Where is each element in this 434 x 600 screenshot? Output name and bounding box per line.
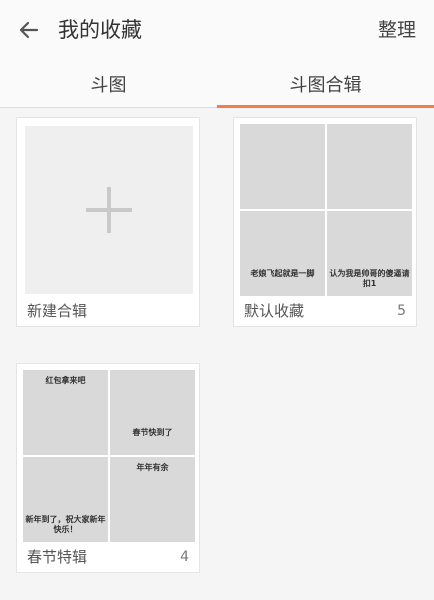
sticker-thumbnail[interactable]: 认为我是帅哥的傻逼请扣1 [327, 211, 412, 296]
sticker-thumbnail[interactable]: 春节快到了 [110, 370, 195, 455]
new-collection-button[interactable] [25, 126, 193, 294]
back-button[interactable] [14, 16, 44, 44]
thumbnail-grid: 老娘飞起就是一脚 认为我是帅哥的傻逼请扣1 [240, 124, 412, 296]
tab-meme-collections[interactable]: 斗图合辑 [217, 60, 434, 108]
collection-card-spring-festival[interactable]: 红包拿来吧 春节快到了 新年到了，祝大家新年快乐！ 年年有余 春节特辑 4 [16, 363, 200, 573]
photo-placeholder-icon [327, 124, 412, 209]
sticker-caption: 春节快到了 [132, 428, 173, 437]
photo-placeholder-icon [240, 211, 325, 296]
app-header: 我的收藏 整理 [0, 0, 434, 60]
sticker-caption: 认为我是帅哥的傻逼请扣1 [329, 269, 410, 288]
manage-button[interactable]: 整理 [378, 17, 416, 43]
plus-icon-vertical [107, 187, 111, 233]
collection-count: 5 [397, 303, 406, 319]
sticker-thumbnail[interactable]: 红包拿来吧 [23, 370, 108, 455]
page-title: 我的收藏 [58, 18, 142, 42]
sticker-caption: 红包拿来吧 [45, 376, 86, 385]
collection-count: 4 [180, 549, 189, 565]
photo-placeholder-icon [110, 370, 195, 455]
sticker-thumbnail[interactable]: 老娘飞起就是一脚 [240, 211, 325, 296]
sticker-caption: 老娘飞起就是一脚 [250, 269, 315, 278]
photo-placeholder-icon [240, 124, 325, 209]
collections-grid: 新建合辑 老娘飞起就是一脚 认为我是帅哥的傻逼请扣1 默认收藏 5 红包拿来吧 … [0, 109, 434, 600]
thumbnail-grid: 红包拿来吧 春节快到了 新年到了，祝大家新年快乐！ 年年有余 [23, 370, 195, 542]
sticker-caption: 年年有余 [136, 463, 169, 472]
collection-card-default[interactable]: 老娘飞起就是一脚 认为我是帅哥的傻逼请扣1 默认收藏 5 [233, 117, 417, 327]
collection-title: 新建合辑 [27, 302, 88, 320]
sticker-thumbnail[interactable]: 新年到了，祝大家新年快乐！ [23, 457, 108, 542]
tab-bar: 斗图 斗图合辑 [0, 60, 434, 108]
active-tab-indicator [217, 105, 434, 108]
new-collection-card[interactable]: 新建合辑 [16, 117, 200, 327]
tab-memes[interactable]: 斗图 [0, 60, 217, 108]
collection-title: 默认收藏 [244, 302, 305, 320]
collection-title: 春节特辑 [27, 548, 88, 566]
sticker-thumbnail[interactable] [240, 124, 325, 209]
arrow-left-icon [19, 21, 39, 39]
sticker-caption: 新年到了，祝大家新年快乐！ [25, 515, 106, 534]
sticker-thumbnail[interactable] [327, 124, 412, 209]
sticker-thumbnail[interactable]: 年年有余 [110, 457, 195, 542]
